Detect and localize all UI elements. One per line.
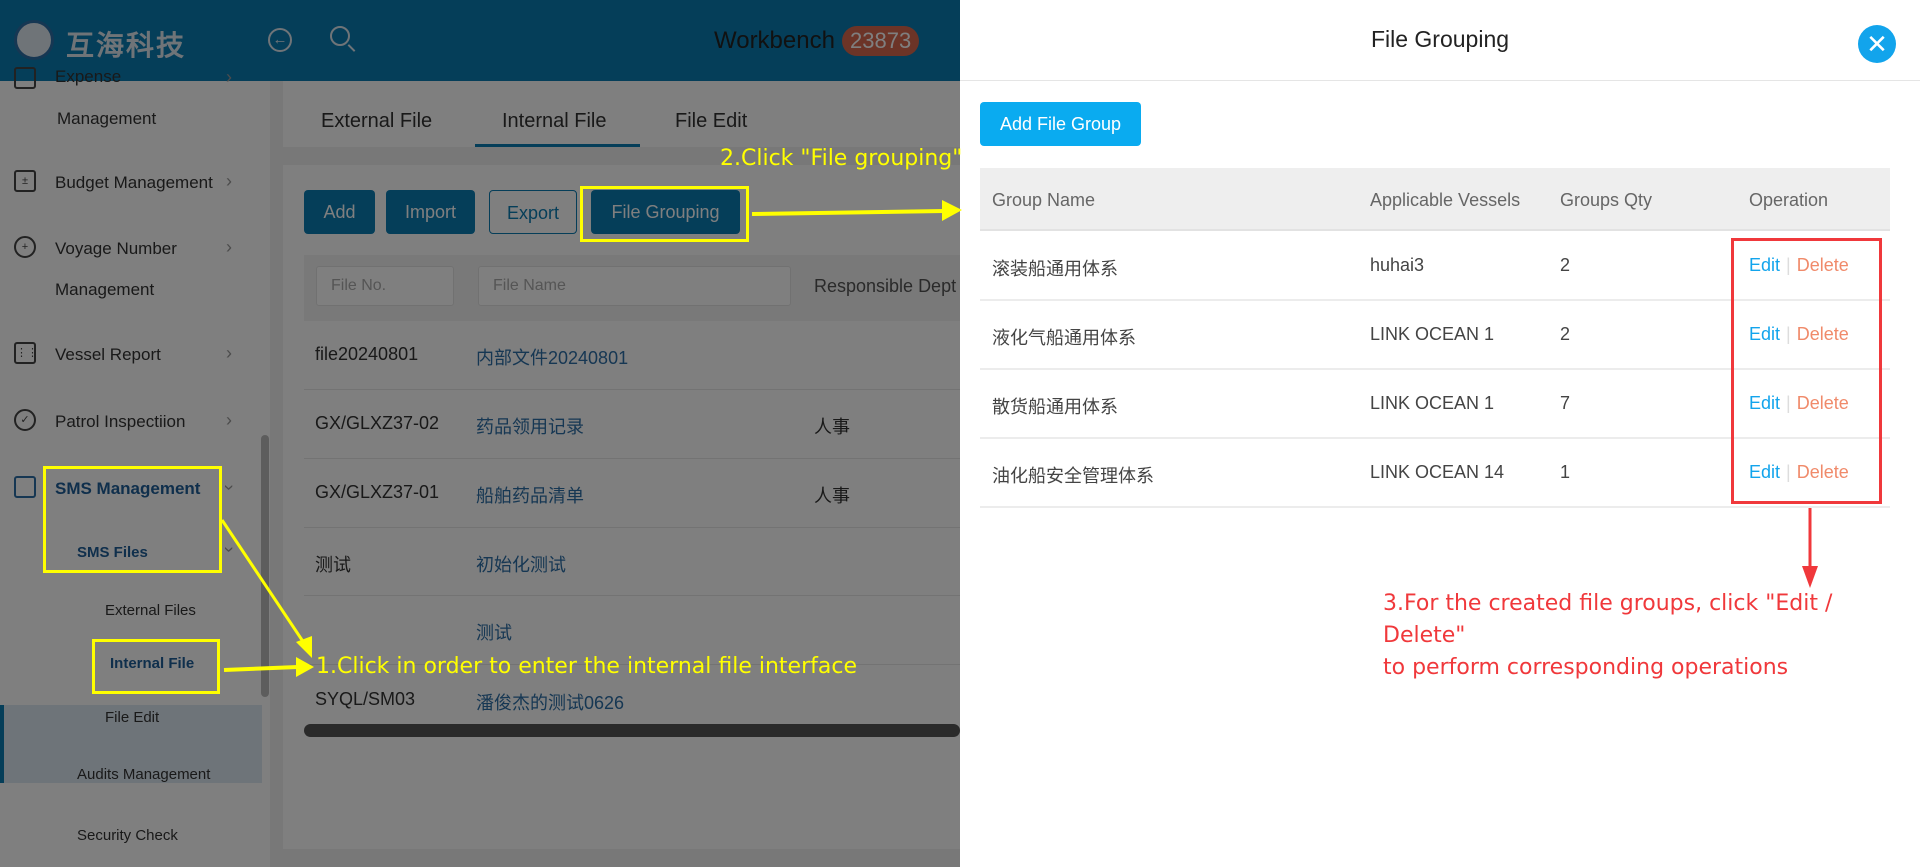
group-name: 散货船通用体系 xyxy=(992,397,1118,417)
vessels: huhai3 xyxy=(1370,255,1425,275)
annotation-box-file-grouping xyxy=(580,186,749,242)
vessels: LINK OCEAN 1 xyxy=(1370,324,1495,344)
groups-qty: 7 xyxy=(1560,393,1571,413)
annotation-box-sms xyxy=(43,466,222,573)
annotation-step1: 1.Click in order to enter the internal f… xyxy=(316,654,857,679)
table-header: Group Name Applicable Vessels Groups Qty… xyxy=(980,168,1890,231)
vessels: LINK OCEAN 1 xyxy=(1370,393,1495,413)
annotation-step3-line2: to perform corresponding operations xyxy=(1383,655,1789,680)
modal-overlay[interactable] xyxy=(0,0,960,867)
col-applicable-vessels: Applicable Vessels xyxy=(1370,190,1521,210)
annotation-step3-line1: 3.For the created file groups, click "Ed… xyxy=(1383,591,1833,648)
divider xyxy=(960,80,1920,81)
groups-qty: 2 xyxy=(1560,255,1571,275)
col-operation: Operation xyxy=(1749,190,1829,210)
groups-qty: 2 xyxy=(1560,324,1571,344)
drawer-title: File Grouping xyxy=(1370,26,1510,52)
groups-qty: 1 xyxy=(1560,462,1571,482)
annotation-box-internal-file xyxy=(92,639,220,694)
group-name: 滚装船通用体系 xyxy=(992,259,1118,279)
col-groups-qty: Groups Qty xyxy=(1560,190,1653,210)
vessels: LINK OCEAN 14 xyxy=(1370,462,1505,482)
annotation-step3: 3.For the created file groups, click "Ed… xyxy=(1383,588,1920,684)
annotation-step2: 2.Click "File grouping" xyxy=(720,146,963,171)
col-group-name: Group Name xyxy=(992,190,1096,210)
group-name: 液化气船通用体系 xyxy=(992,328,1136,348)
add-file-group-button[interactable]: Add File Group xyxy=(980,102,1141,146)
close-icon[interactable]: ✕ xyxy=(1858,25,1896,63)
annotation-box-operation xyxy=(1731,238,1882,504)
group-name: 油化船安全管理体系 xyxy=(992,466,1154,486)
